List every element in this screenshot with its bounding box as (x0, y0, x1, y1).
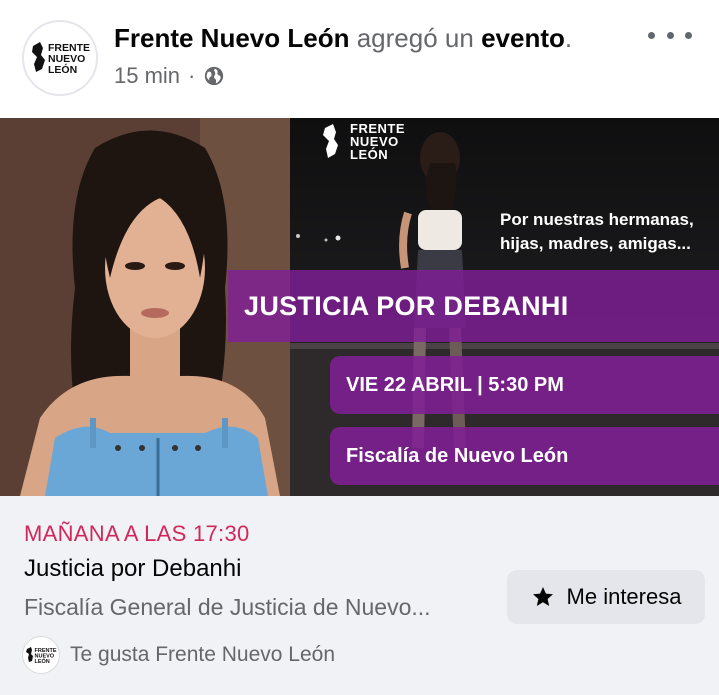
more-dot (685, 31, 692, 39)
post-meta: 15 min · (114, 62, 225, 90)
frente-nuevo-leon-mini-logo: FRENTE NUEVO LEÓN (26, 647, 57, 665)
interested-button[interactable]: Me interesa (507, 570, 705, 624)
event-when: MAÑANA A LAS 17:30 (24, 521, 250, 546)
nuevo-leon-map-icon (323, 123, 338, 158)
more-options-button[interactable] (648, 22, 692, 48)
event-location: Fiscalía General de Justicia de Nuevo... (24, 594, 431, 620)
banner-logo-text: FRENTE NUEVO LEÓN (350, 122, 405, 161)
tagline-line2: hijas, madres, amigas... (500, 234, 691, 253)
svg-text:LEÓN: LEÓN (35, 657, 50, 665)
event-post: FRENTE NUEVO LEÓN Frente Nuevo León agre… (0, 0, 719, 695)
frente-nuevo-leon-logo: FRENTE NUEVO LEÓN (32, 42, 90, 76)
globe-icon (205, 66, 224, 86)
banner-date-time: VIE 22 ABRIL | 5:30 PM (330, 356, 719, 414)
meta-separator: · (188, 63, 196, 88)
action-text: agregó un (356, 23, 474, 53)
banner-logo-line3: LEÓN (350, 147, 389, 162)
more-dot (648, 31, 655, 39)
svg-text:LEÓN: LEÓN (48, 63, 77, 76)
headline-period: . (564, 23, 573, 53)
event-banner-image[interactable]: FRENTE NUEVO LEÓN Por nuestras hermanas,… (0, 118, 719, 496)
post-headline: Frente Nuevo León agregó un evento. (114, 22, 572, 54)
page-name-link[interactable]: Frente Nuevo León (114, 23, 349, 53)
star-icon (532, 587, 553, 606)
tagline-line1: Por nuestras hermanas, (500, 210, 694, 229)
post-header: FRENTE NUEVO LEÓN Frente Nuevo León agre… (0, 0, 719, 118)
page-likes-text: Te gusta Frente Nuevo León (70, 643, 336, 666)
interested-label: Me interesa (566, 584, 682, 609)
banner-place: Fiscalía de Nuevo León (330, 427, 719, 485)
banner-headline: JUSTICIA POR DEBANHI (244, 291, 569, 321)
event-title[interactable]: Justicia por Debanhi (24, 554, 241, 584)
mini-page-avatar: FRENTE NUEVO LEÓN (22, 636, 60, 674)
page-avatar[interactable]: FRENTE NUEVO LEÓN (22, 20, 98, 96)
event-link[interactable]: evento (481, 23, 565, 53)
banner-tagline: Por nuestras hermanas, hijas, madres, am… (500, 208, 710, 256)
banner-logo: FRENTE NUEVO LEÓN (322, 122, 405, 161)
post-time[interactable]: 15 min (114, 62, 180, 90)
more-dot (666, 31, 674, 39)
page-likes-row: FRENTE NUEVO LEÓN Te gusta Frente Nuevo … (22, 636, 335, 674)
